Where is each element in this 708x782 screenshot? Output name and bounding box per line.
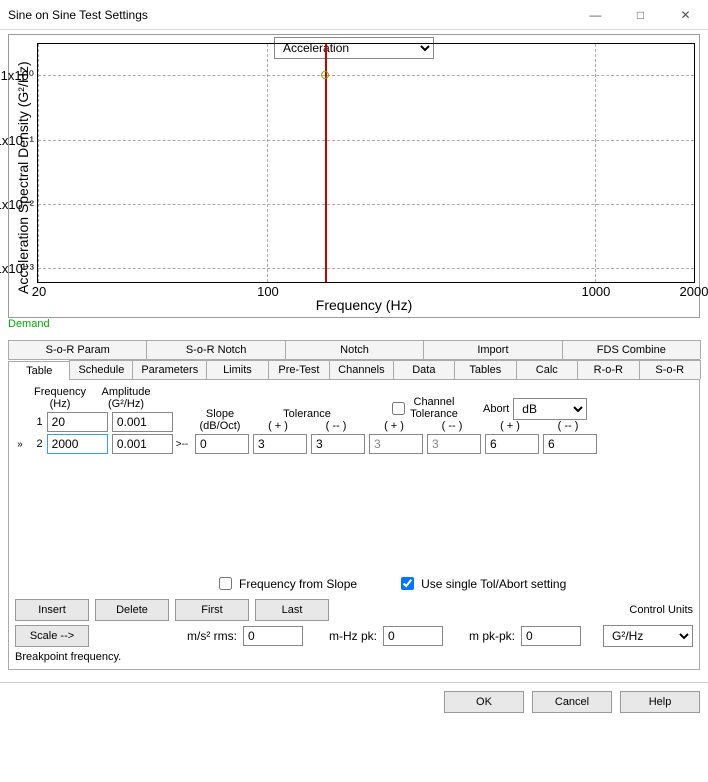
rms-value-1[interactable]: [243, 626, 303, 646]
col-chan-tolerance: ChannelTolerance: [410, 396, 458, 420]
tol-minus-input[interactable]: [311, 434, 365, 454]
col-tolerance: Tolerance: [251, 408, 363, 420]
col-abort: Abort: [483, 403, 509, 415]
freq-from-slope-label: Frequency from Slope: [239, 577, 357, 591]
col-ct-plus: ( + ): [367, 420, 421, 432]
row-indicator: »: [15, 439, 25, 450]
ct-minus-input: [427, 434, 481, 454]
rms-value-2[interactable]: [383, 626, 443, 646]
col-slope: Slope(dB/Oct): [193, 408, 247, 432]
tab-sor[interactable]: S-o-R: [639, 360, 701, 379]
control-units-select[interactable]: G²/Hz: [603, 625, 693, 647]
freq-input[interactable]: [47, 434, 108, 454]
chart-data-marker: [321, 71, 329, 79]
tab-fds-combine[interactable]: FDS Combine: [562, 340, 701, 359]
tab-parameters[interactable]: Parameters: [132, 360, 207, 379]
close-button[interactable]: ✕: [663, 0, 708, 30]
window-title: Sine on Sine Test Settings: [8, 8, 573, 22]
rms-label-3: m pk-pk:: [469, 629, 515, 643]
x-tick: 1000: [581, 284, 610, 299]
col-tol-minus: ( -- ): [309, 420, 363, 432]
tab-sor-param[interactable]: S-o-R Param: [8, 340, 147, 359]
x-tick: 2000: [680, 284, 708, 299]
insert-button[interactable]: Insert: [15, 599, 89, 621]
first-button[interactable]: First: [175, 599, 249, 621]
tab-data[interactable]: Data: [393, 360, 455, 379]
scale-button[interactable]: Scale -->: [15, 625, 89, 647]
freq-input[interactable]: [47, 412, 108, 432]
chart-panel: Acceleration Acceleration Spectral Densi…: [8, 34, 700, 318]
tab-calc[interactable]: Calc: [516, 360, 578, 379]
freq-from-slope-check[interactable]: Frequency from Slope: [215, 574, 357, 593]
help-button[interactable]: Help: [620, 691, 700, 713]
minimize-button[interactable]: —: [573, 0, 618, 30]
cancel-button[interactable]: Cancel: [532, 691, 612, 713]
slope-input[interactable]: [195, 434, 249, 454]
abort-unit-select[interactable]: dB: [513, 398, 587, 420]
delete-button[interactable]: Delete: [95, 599, 169, 621]
sub-tab-bar: Table Schedule Parameters Limits Pre-Tes…: [8, 360, 700, 380]
tab-sor-notch[interactable]: S-o-R Notch: [146, 340, 285, 359]
ok-button[interactable]: OK: [444, 691, 524, 713]
table-row: 1: [15, 412, 173, 432]
maximize-button[interactable]: □: [618, 0, 663, 30]
slope-arrow: >--: [173, 439, 191, 450]
row-number: 1: [29, 416, 43, 428]
chart-plot[interactable]: 1x10⁻³ 1x10⁻² 1x10⁻¹ 1x10⁰ 20 100 1000 2…: [37, 43, 695, 283]
tab-limits[interactable]: Limits: [206, 360, 268, 379]
tab-pretest[interactable]: Pre-Test: [268, 360, 330, 379]
last-button[interactable]: Last: [255, 599, 329, 621]
tab-notch[interactable]: Notch: [285, 340, 424, 359]
table-panel: Frequency(Hz) Amplitude(G²/Hz) 1 » 2: [8, 380, 700, 670]
amp-input[interactable]: [112, 434, 173, 454]
abort-minus-input[interactable]: [543, 434, 597, 454]
single-tol-label: Use single Tol/Abort setting: [421, 577, 566, 591]
col-ab-plus: ( + ): [483, 420, 537, 432]
col-ct-minus: ( -- ): [425, 420, 479, 432]
chart-series-line: [325, 44, 327, 282]
y-tick: 1x10⁻³: [0, 261, 34, 277]
freq-from-slope-checkbox[interactable]: [219, 577, 232, 590]
tab-schedule[interactable]: Schedule: [69, 360, 133, 379]
tab-tables[interactable]: Tables: [454, 360, 516, 379]
tab-channels[interactable]: Channels: [329, 360, 393, 379]
x-axis-label: Frequency (Hz): [33, 297, 695, 313]
y-tick: 1x10⁻¹: [0, 133, 34, 149]
single-tol-check[interactable]: Use single Tol/Abort setting: [397, 574, 566, 593]
tol-plus-input[interactable]: [253, 434, 307, 454]
y-tick: 1x10⁰: [1, 68, 34, 84]
col-tol-plus: ( + ): [251, 420, 305, 432]
channel-tolerance-checkbox[interactable]: [392, 402, 405, 415]
tab-table[interactable]: Table: [8, 361, 70, 380]
x-tick: 100: [257, 284, 279, 299]
row-number: 2: [29, 438, 43, 450]
col-amplitude: Amplitude(G²/Hz): [95, 386, 157, 410]
rms-value-3[interactable]: [521, 626, 581, 646]
single-tol-checkbox[interactable]: [401, 577, 414, 590]
status-text: Breakpoint frequency.: [15, 651, 693, 663]
tab-import[interactable]: Import: [423, 340, 562, 359]
rms-label-1: m/s² rms:: [187, 629, 237, 643]
demand-label: Demand: [8, 318, 700, 330]
rms-label-2: m-Hz pk:: [329, 629, 377, 643]
control-units-label: Control Units: [629, 604, 693, 616]
top-tab-bar: S-o-R Param S-o-R Notch Notch Import FDS…: [8, 340, 700, 360]
tab-ror[interactable]: R-o-R: [577, 360, 639, 379]
x-tick: 20: [32, 284, 46, 299]
y-tick: 1x10⁻²: [0, 197, 34, 213]
ct-plus-input: [369, 434, 423, 454]
abort-plus-input[interactable]: [485, 434, 539, 454]
amp-input[interactable]: [112, 412, 173, 432]
col-ab-minus: ( -- ): [541, 420, 595, 432]
table-row: » 2: [15, 434, 173, 454]
col-frequency: Frequency(Hz): [29, 386, 91, 410]
